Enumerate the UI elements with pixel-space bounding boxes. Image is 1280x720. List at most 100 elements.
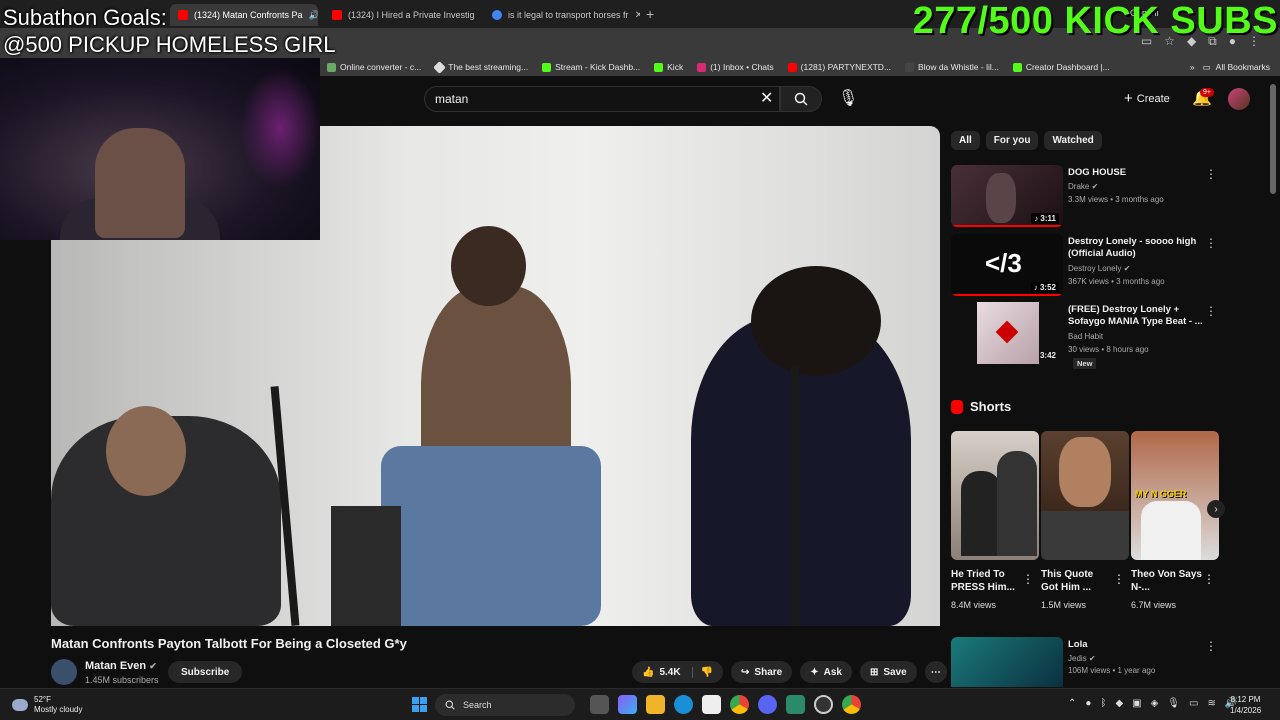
short-title[interactable]: He Tried To PRESS Him... xyxy=(951,568,1023,594)
copilot-icon[interactable] xyxy=(618,695,637,714)
taskbar-clock[interactable]: 8:12 PM 1/4/2026 xyxy=(1230,694,1261,716)
thumbnail-figure xyxy=(1059,437,1111,507)
ask-button[interactable]: ✦ Ask xyxy=(800,661,852,683)
like-button[interactable]: 👍 5.4K 👎 xyxy=(632,661,724,683)
bookmark-7[interactable]: Blow da Whistle - lil... xyxy=(898,62,1006,72)
webcam-overlay xyxy=(0,58,320,240)
file-explorer-icon[interactable] xyxy=(646,695,665,714)
bookmarks-bar: Online converter - c... The best streami… xyxy=(320,58,1280,76)
video-thumbnail[interactable]: </3 ♪ 3:52 xyxy=(951,234,1063,296)
display-icon[interactable]: ▭ xyxy=(1189,698,1198,709)
taskbar-search[interactable]: Search xyxy=(435,694,575,716)
recommendation-item[interactable]: Lola Jedis ✔ 106M views • 1 year ago ⋮ xyxy=(951,637,1221,687)
recommendation-item[interactable]: 3:42 (FREE) Destroy Lonely + Sofaygo MAN… xyxy=(951,302,1221,369)
short-thumbnail[interactable] xyxy=(1041,431,1129,560)
new-tab-button[interactable]: + xyxy=(646,6,654,22)
bookmark-5[interactable]: (1) Inbox • Chats xyxy=(690,62,780,72)
recommendation-item[interactable]: ♪ 3:11 DOG HOUSE Drake ✔ 3.3M views • 3 … xyxy=(951,165,1221,227)
recommendation-title[interactable]: Lola xyxy=(1068,639,1206,651)
channel-name[interactable]: Matan Even ✔ xyxy=(85,660,157,672)
more-options-icon[interactable]: ⋮ xyxy=(1113,572,1125,586)
edge-icon[interactable] xyxy=(674,695,693,714)
recommendation-title[interactable]: DOG HOUSE xyxy=(1068,167,1206,179)
more-options-icon[interactable]: ⋮ xyxy=(1203,572,1215,586)
save-label: Save xyxy=(883,666,907,678)
weather-widget[interactable]: 52°F Mostly cloudy xyxy=(12,695,82,715)
mic-icon[interactable]: 🎙 xyxy=(1167,698,1180,709)
recommendation-item[interactable]: </3 ♪ 3:52 Destroy Lonely - soooo high (… xyxy=(951,234,1221,296)
more-options-icon[interactable]: ⋮ xyxy=(1205,639,1217,653)
search-input[interactable]: matan xyxy=(424,86,780,112)
more-actions-button[interactable]: ⋯ xyxy=(924,661,947,683)
avatar[interactable] xyxy=(1228,88,1250,110)
video-thumbnail[interactable]: ♪ 3:11 xyxy=(951,165,1063,227)
like-count: 5.4K xyxy=(659,666,681,678)
bookmark-4[interactable]: Kick xyxy=(647,62,690,72)
all-bookmarks-button[interactable]: ▭ All Bookmarks xyxy=(1203,62,1280,73)
search-button[interactable] xyxy=(780,86,822,112)
share-icon: ↪ xyxy=(741,666,750,678)
more-options-icon[interactable]: ⋮ xyxy=(1205,304,1217,318)
chevron-up-icon[interactable]: ⌃ xyxy=(1068,698,1076,709)
windows-start-icon[interactable] xyxy=(412,697,427,712)
bookmark-label: Online converter - c... xyxy=(340,62,422,72)
shorts-next-button[interactable]: › xyxy=(1207,500,1225,518)
task-view-icon[interactable] xyxy=(590,695,609,714)
duration-text: 3:52 xyxy=(1039,283,1056,292)
short-title[interactable]: This Quote Got Him ... xyxy=(1041,568,1113,594)
video-thumbnail[interactable]: 3:42 xyxy=(951,302,1063,364)
bookmark-6[interactable]: (1281) PARTYNEXTD... xyxy=(781,62,898,72)
chip-for-you[interactable]: For you xyxy=(985,131,1039,150)
bookmark-3[interactable]: Stream - Kick Dashb... xyxy=(535,62,647,72)
browser-tab-3[interactable]: is it legal to transport horses fr ✕ xyxy=(484,4,640,26)
bookmark-1[interactable]: Online converter - c... xyxy=(320,62,428,72)
recommendation-title[interactable]: Destroy Lonely - soooo high (Official Au… xyxy=(1068,236,1206,260)
tray-app-icon[interactable]: ● xyxy=(1085,698,1091,709)
tray-app-icon[interactable]: ◆ xyxy=(1115,698,1123,709)
create-button[interactable]: + Create xyxy=(1124,90,1170,107)
channel-avatar[interactable] xyxy=(51,659,77,685)
goal-line-1: Subathon Goals: xyxy=(3,5,167,30)
clear-search-icon[interactable]: ✕ xyxy=(760,88,773,108)
discord-icon[interactable] xyxy=(758,695,777,714)
bookmark-2[interactable]: The best streaming... xyxy=(428,60,535,74)
app-icon[interactable] xyxy=(786,695,805,714)
more-options-icon[interactable]: ⋮ xyxy=(1205,236,1217,250)
thumbnail-podium xyxy=(1041,511,1129,560)
chip-all[interactable]: All xyxy=(951,131,980,150)
chrome-icon[interactable] xyxy=(842,695,861,714)
page-scrollbar[interactable] xyxy=(1270,84,1276,194)
more-options-icon[interactable]: ⋮ xyxy=(1022,572,1034,586)
recommendation-channel: Jedis ✔ xyxy=(1068,654,1096,663)
store-icon[interactable] xyxy=(702,695,721,714)
microphone-icon[interactable]: 🎙 xyxy=(838,88,858,108)
thumbs-down-icon[interactable]: 👎 xyxy=(691,666,713,678)
tray-app-icon[interactable]: ◈ xyxy=(1151,698,1159,709)
kick-icon xyxy=(542,62,552,72)
short-thumbnail[interactable]: MY N GGER xyxy=(1131,431,1219,560)
nvidia-icon[interactable]: ▣ xyxy=(1132,698,1141,709)
obs-icon[interactable] xyxy=(814,695,833,714)
save-button[interactable]: ⊞ Save xyxy=(859,661,917,683)
bookmark-8[interactable]: Creator Dashboard |... xyxy=(1006,62,1117,72)
windows-taskbar: 52°F Mostly cloudy Search ⌃ ● ᛒ ◆ ▣ ◈ 🎙 … xyxy=(0,688,1280,720)
close-tab-icon[interactable]: ✕ xyxy=(635,10,640,21)
chrome-icon[interactable] xyxy=(730,695,749,714)
short-title[interactable]: Theo Von Says N-... xyxy=(1131,568,1203,594)
watched-progress-bar xyxy=(951,294,1063,296)
share-button[interactable]: ↪ Share xyxy=(731,661,793,683)
video-thumbnail[interactable] xyxy=(951,637,1063,687)
bookmark-icon xyxy=(905,62,915,72)
chip-watched[interactable]: Watched xyxy=(1044,131,1102,150)
folder-icon: ▭ xyxy=(1202,61,1211,72)
more-options-icon[interactable]: ⋮ xyxy=(1205,167,1217,181)
shorts-heading: Shorts xyxy=(951,399,1011,414)
bluetooth-icon[interactable]: ᛒ xyxy=(1100,698,1106,709)
system-tray: ⌃ ● ᛒ ◆ ▣ ◈ 🎙 ▭ ≋ 🔊 xyxy=(1068,698,1237,709)
subscribe-button[interactable]: Subscribe xyxy=(168,661,243,683)
browser-tab-2[interactable]: (1324) I Hired a Private Investig ✕ xyxy=(324,4,474,26)
short-thumbnail[interactable] xyxy=(951,431,1039,560)
wifi-icon[interactable]: ≋ xyxy=(1207,698,1215,709)
more-bookmarks-icon[interactable]: » xyxy=(1182,62,1203,72)
recommendation-title[interactable]: (FREE) Destroy Lonely + Sofaygo MANIA Ty… xyxy=(1068,304,1206,328)
